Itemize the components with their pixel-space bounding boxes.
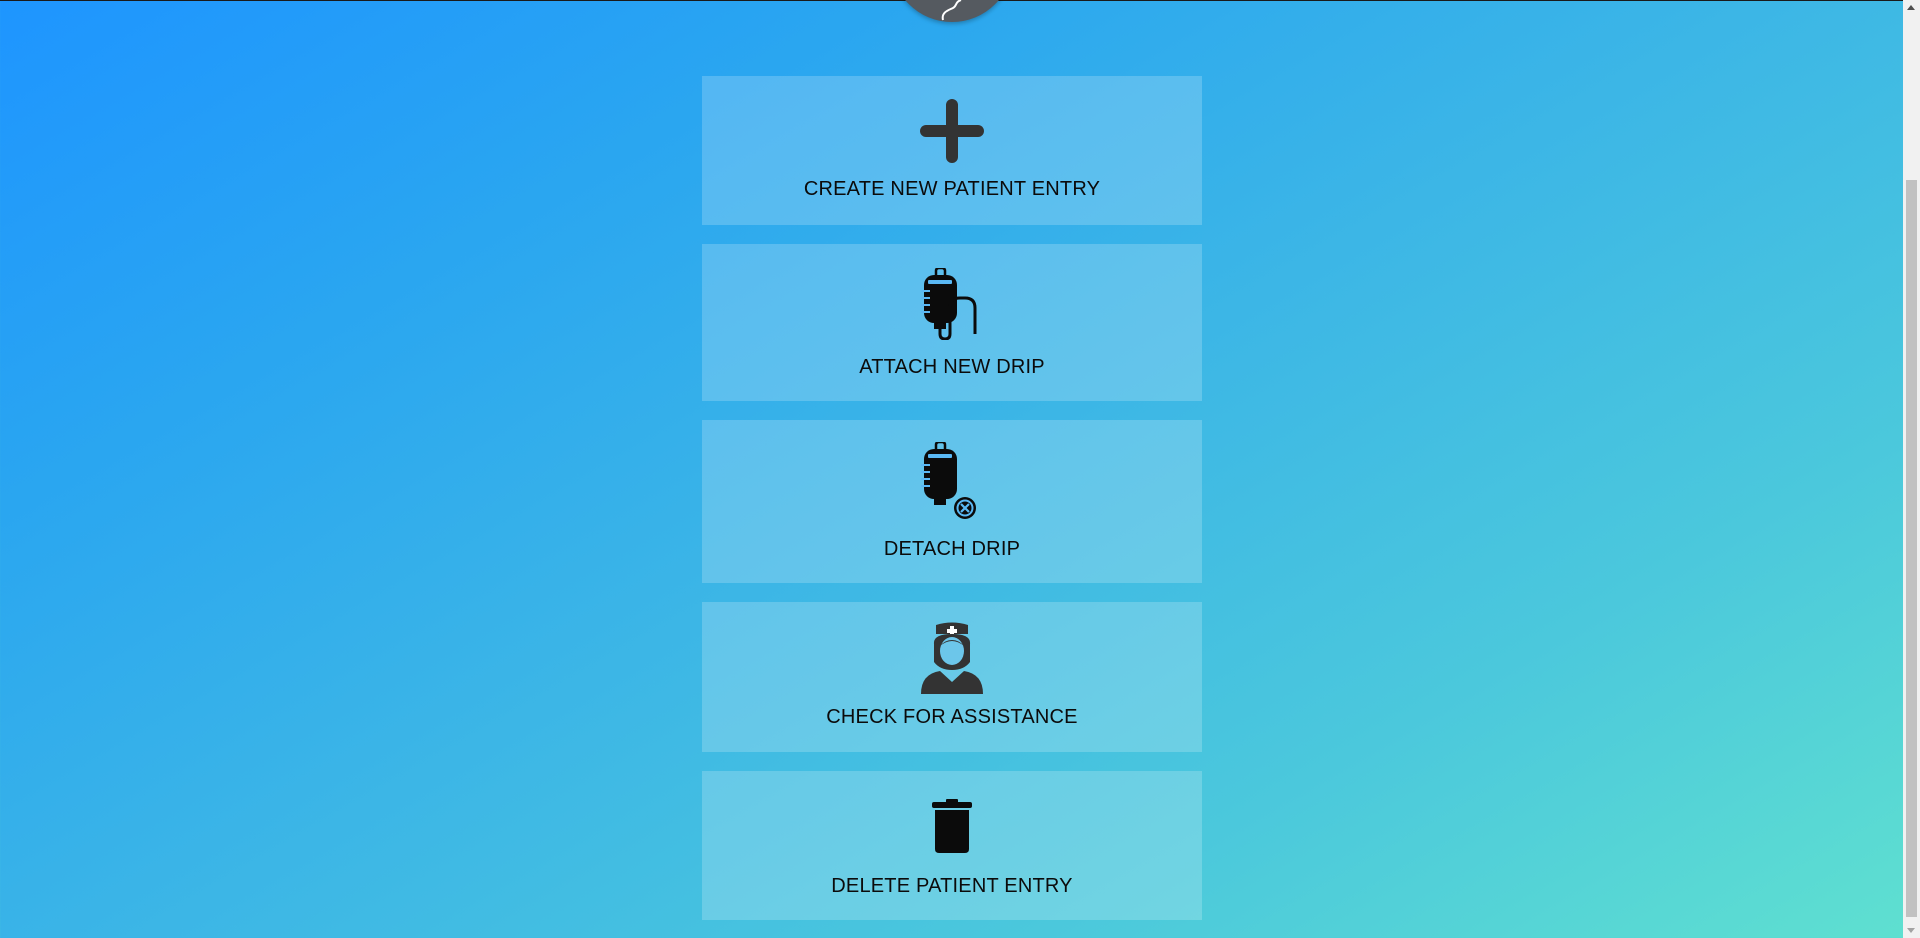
attach-drip-button[interactable]: ATTACH NEW DRIP bbox=[702, 244, 1202, 401]
vertical-scrollbar[interactable] bbox=[1903, 0, 1920, 938]
check-assistance-button[interactable]: CHECK FOR ASSISTANCE bbox=[702, 602, 1202, 752]
create-patient-label: CREATE NEW PATIENT ENTRY bbox=[803, 178, 1101, 200]
plus-icon bbox=[920, 99, 984, 168]
detach-drip-button[interactable]: DETACH DRIP bbox=[702, 420, 1202, 583]
scrollbar-thumb[interactable] bbox=[1906, 180, 1917, 917]
delete-patient-label: DELETE PATIENT ENTRY bbox=[831, 875, 1073, 897]
iv-drip-attach-icon bbox=[921, 266, 983, 345]
create-patient-button[interactable]: CREATE NEW PATIENT ENTRY bbox=[702, 76, 1202, 225]
delete-patient-button[interactable]: DELETE PATIENT ENTRY bbox=[702, 771, 1202, 920]
scroll-up-icon[interactable] bbox=[1907, 5, 1915, 10]
drip-tube-logo-icon bbox=[941, 0, 962, 21]
attach-drip-label: ATTACH NEW DRIP bbox=[859, 356, 1045, 378]
iv-drip-detach-icon bbox=[921, 440, 983, 525]
action-menu: CREATE NEW PATIENT ENTRY ATTACH NEW DRIP bbox=[702, 76, 1202, 938]
nurse-icon bbox=[921, 622, 983, 699]
app-logo[interactable] bbox=[891, 0, 1013, 22]
check-assistance-label: CHECK FOR ASSISTANCE bbox=[826, 706, 1078, 728]
scroll-down-icon[interactable] bbox=[1907, 928, 1915, 933]
trash-icon bbox=[930, 799, 974, 858]
detach-drip-label: DETACH DRIP bbox=[883, 538, 1021, 560]
